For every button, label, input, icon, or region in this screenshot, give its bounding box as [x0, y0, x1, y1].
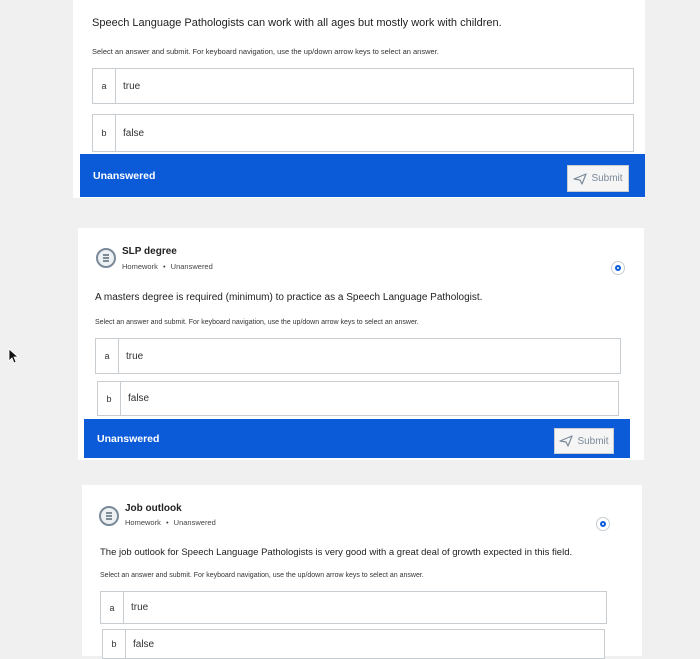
submit-label: Submit	[577, 435, 609, 447]
question-meta: Homework • Unanswered	[125, 518, 216, 527]
question-text: Speech Language Pathologists can work wi…	[92, 17, 502, 29]
meta-separator: •	[165, 518, 169, 527]
answer-status: Unanswered	[97, 432, 160, 445]
submit-button[interactable]: Submit	[554, 428, 614, 454]
send-icon	[573, 172, 588, 185]
answer-option-a[interactable]: a true	[95, 338, 621, 374]
option-label: false	[128, 393, 150, 404]
instructions-text: Select an answer and submit. For keyboar…	[95, 319, 419, 326]
question-text: The job outlook for Speech Language Path…	[100, 547, 573, 558]
send-icon	[559, 435, 574, 447]
meta-separator: •	[162, 262, 166, 271]
answer-option-b[interactable]: b false	[97, 381, 619, 416]
submit-label: Submit	[591, 173, 623, 184]
option-letter: a	[101, 592, 124, 623]
instructions-text: Select an answer and submit. For keyboar…	[100, 572, 424, 579]
question-icon	[99, 506, 119, 526]
question-state: Unanswered	[173, 518, 216, 527]
option-letter: b	[93, 115, 116, 151]
question-meta: Homework • Unanswered	[122, 262, 213, 271]
question-type: Homework	[125, 518, 161, 527]
option-label: true	[131, 602, 149, 613]
question-type: Homework	[122, 262, 158, 271]
answer-status: Unanswered	[93, 169, 156, 182]
submit-button[interactable]: Submit	[567, 165, 629, 192]
question-icon	[96, 248, 116, 268]
option-letter: a	[96, 339, 119, 373]
question-text: A masters degree is required (minimum) t…	[95, 292, 483, 303]
instructions-text: Select an answer and submit. For keyboar…	[92, 47, 439, 56]
mouse-cursor-icon	[8, 348, 20, 364]
option-label: false	[133, 638, 155, 650]
option-label: true	[123, 80, 141, 92]
question-status-radio[interactable]	[611, 261, 625, 275]
status-bar: Unanswered Submit	[84, 419, 630, 458]
option-letter: b	[98, 382, 121, 415]
answer-option-b[interactable]: b false	[92, 114, 634, 152]
option-letter: a	[93, 69, 116, 103]
status-bar: Unanswered Submit	[80, 154, 645, 197]
option-label: false	[123, 127, 145, 139]
option-label: true	[126, 350, 144, 362]
question-title: SLP degree	[122, 246, 177, 257]
answer-option-a[interactable]: a true	[92, 68, 634, 104]
question-state: Unanswered	[170, 262, 213, 271]
option-letter: b	[103, 630, 126, 658]
question-title: Job outlook	[125, 503, 182, 514]
answer-option-a[interactable]: a true	[100, 591, 607, 624]
question-status-radio[interactable]	[596, 517, 610, 531]
answer-option-b[interactable]: b false	[102, 629, 605, 659]
